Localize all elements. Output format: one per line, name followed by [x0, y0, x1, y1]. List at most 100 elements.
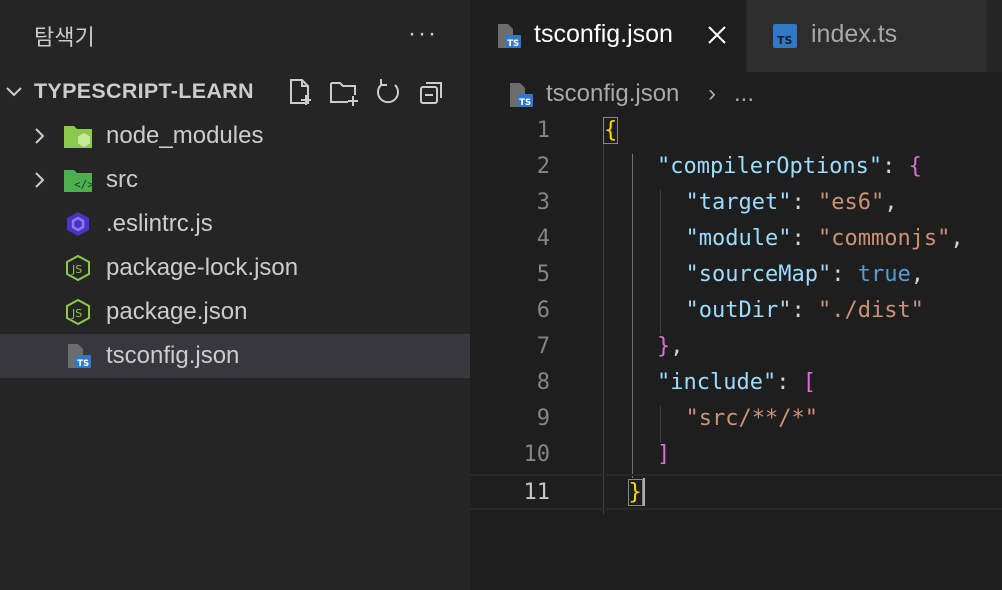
tree-item-src[interactable]: </> src — [0, 158, 470, 202]
code-token: "commonjs" — [817, 226, 951, 251]
line-text: "compilerOptions": { — [657, 154, 922, 179]
code-token: , — [884, 190, 898, 215]
explorer-header: 탐색기 ··· — [0, 0, 470, 70]
line-text: "outDir": "./dist" — [686, 298, 924, 323]
nodejs-icon: JS — [63, 254, 93, 282]
tree-item-label: src — [106, 166, 138, 193]
svg-text:TS: TS — [77, 359, 89, 369]
project-actions — [284, 76, 448, 108]
editor-area: TS tsconfig.json TS index.ts TS tsconfig… — [470, 0, 1002, 590]
line-number: 9 — [536, 406, 550, 431]
code-line[interactable]: 3 "target": "es6", — [470, 186, 1002, 222]
file-tree: node_modules </> src .eslintrc.js JS pac… — [0, 114, 470, 378]
new-folder-icon[interactable] — [328, 76, 360, 108]
text-cursor — [642, 478, 645, 506]
code-token: "outDir" — [685, 298, 792, 323]
tree-item-eslintrc[interactable]: .eslintrc.js — [0, 202, 470, 246]
code-line[interactable]: 11} — [470, 474, 1002, 510]
line-number: 2 — [536, 154, 550, 179]
project-title: TYPESCRIPT-LEARN — [34, 79, 254, 103]
code-editor[interactable]: 1{2 "compilerOptions": {3 "target": "es6",… — [470, 114, 1002, 590]
code-line[interactable]: 9 "src/**/*" — [470, 402, 1002, 438]
code-token: } — [627, 479, 643, 506]
chevron-down-icon[interactable] — [4, 82, 24, 102]
svg-text:TS: TS — [519, 98, 531, 108]
code-token: "es6" — [817, 190, 885, 215]
code-token: : — [791, 190, 818, 215]
tab-label: index.ts — [811, 20, 898, 48]
tab-tsconfig[interactable]: TS tsconfig.json — [470, 0, 746, 72]
line-text: "module": "commonjs", — [686, 226, 964, 251]
line-text: "src/**/*" — [686, 406, 818, 431]
line-text: "target": "es6", — [686, 190, 898, 215]
close-icon[interactable] — [706, 24, 728, 46]
tree-item-package-json[interactable]: JS package.json — [0, 290, 470, 334]
tab-label: tsconfig.json — [534, 20, 673, 48]
line-number: 7 — [536, 334, 550, 359]
line-text: } — [627, 479, 643, 506]
code-token: [ — [802, 370, 816, 395]
code-token: : — [776, 370, 803, 395]
tab-bar: TS tsconfig.json TS index.ts — [470, 0, 1002, 72]
code-line[interactable]: 6 "outDir": "./dist" — [470, 294, 1002, 330]
node-folder-icon — [63, 122, 93, 150]
tree-item-package-lock[interactable]: JS package-lock.json — [0, 246, 470, 290]
tree-item-label: package.json — [106, 298, 248, 325]
tree-item-label: node_modules — [106, 122, 264, 149]
svg-text:JS: JS — [71, 263, 82, 276]
code-line[interactable]: 1{ — [470, 114, 1002, 150]
code-line[interactable]: 5 "sourceMap": true, — [470, 258, 1002, 294]
line-text: "sourceMap": true, — [686, 262, 924, 287]
tab-index-ts[interactable]: TS index.ts — [747, 0, 987, 72]
breadcrumb: TS tsconfig.json › ... — [470, 72, 1002, 116]
tsconfig-icon: TS — [494, 22, 522, 50]
tree-item-node-modules[interactable]: node_modules — [0, 114, 470, 158]
code-token: "module" — [685, 226, 792, 251]
line-text: ] — [657, 442, 670, 467]
new-file-icon[interactable] — [284, 76, 316, 108]
breadcrumb-symbols[interactable]: ... — [734, 80, 754, 108]
line-number: 6 — [536, 298, 550, 323]
line-number: 4 — [536, 226, 550, 251]
explorer-title: 탐색기 — [34, 25, 95, 50]
tree-item-label: .eslintrc.js — [106, 210, 213, 237]
line-text: "include": [ — [657, 370, 816, 395]
tree-item-tsconfig[interactable]: TS tsconfig.json — [0, 334, 470, 378]
tree-item-label: package-lock.json — [106, 254, 299, 281]
line-number: 5 — [536, 262, 550, 287]
svg-text:</>: </> — [74, 178, 93, 191]
code-line[interactable]: 8 "include": [ — [470, 366, 1002, 402]
line-text: }, — [657, 334, 684, 359]
code-token: "include" — [657, 370, 777, 395]
more-actions-icon[interactable]: ··· — [408, 14, 438, 54]
code-token: true — [857, 262, 911, 287]
tsconfig-icon: TS — [506, 81, 534, 109]
code-token: , — [950, 226, 964, 251]
collapse-all-icon[interactable] — [416, 76, 448, 108]
project-header[interactable]: TYPESCRIPT-LEARN — [0, 70, 470, 114]
code-token: } — [657, 334, 671, 359]
code-token: : — [882, 154, 909, 179]
breadcrumb-separator: › — [708, 80, 716, 107]
svg-text:TS: TS — [507, 39, 519, 49]
code-line[interactable]: 2 "compilerOptions": { — [470, 150, 1002, 186]
code-token: ] — [657, 442, 671, 467]
chevron-right-icon[interactable] — [30, 127, 48, 145]
code-token: "compilerOptions" — [657, 154, 883, 179]
code-token: : — [831, 262, 858, 287]
code-line[interactable]: 4 "module": "commonjs", — [470, 222, 1002, 258]
refresh-icon[interactable] — [372, 76, 404, 108]
code-line[interactable]: 10] — [470, 438, 1002, 474]
code-token: : — [791, 298, 818, 323]
breadcrumb-file[interactable]: tsconfig.json — [546, 80, 679, 108]
eslint-icon — [63, 210, 93, 238]
src-folder-icon: </> — [63, 166, 93, 194]
svg-text:TS: TS — [777, 34, 793, 47]
chevron-right-icon[interactable] — [30, 171, 48, 189]
code-line[interactable]: 7}, — [470, 330, 1002, 366]
nodejs-icon: JS — [63, 298, 93, 326]
code-token: , — [910, 262, 924, 287]
typescript-icon: TS — [771, 22, 799, 50]
code-token: { — [602, 117, 619, 144]
tsconfig-icon: TS — [63, 342, 93, 370]
